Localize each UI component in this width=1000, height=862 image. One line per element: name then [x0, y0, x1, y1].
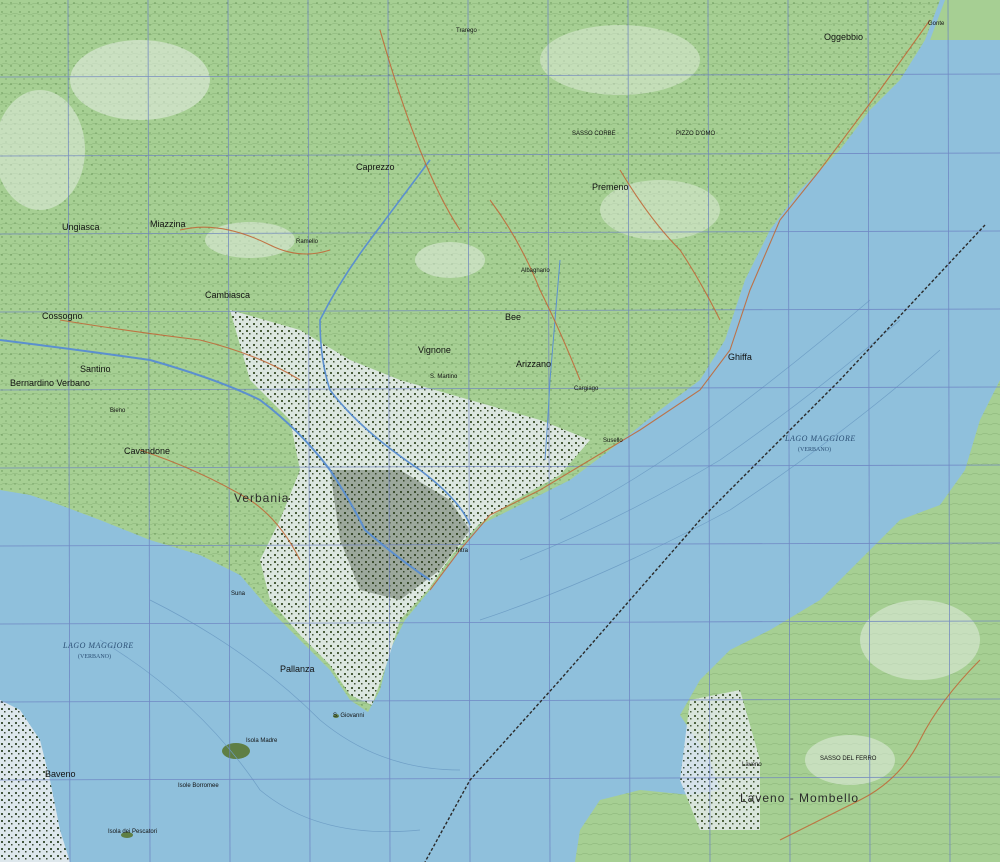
- label-sasso-corbe: SASSO CORBE: [572, 131, 616, 137]
- label-pallanza: Pallanza: [280, 664, 315, 674]
- label-intra: Intra: [456, 548, 469, 554]
- label-isola-pescatori: Isola dei Pescatori: [108, 829, 157, 835]
- label-ramello: Ramello: [296, 239, 319, 245]
- label-isola-madre: Isola Madre: [246, 738, 278, 744]
- label-gonte: Gonte: [928, 21, 945, 27]
- label-albagnano: Albagnano: [521, 268, 550, 274]
- label-verbano-east: (VERBANO): [798, 446, 831, 453]
- label-santino: Santino: [80, 364, 111, 374]
- label-verbania: Verbania: [234, 491, 289, 505]
- label-trarego: Trarego: [456, 28, 477, 34]
- label-cambiasca: Cambiasca: [205, 290, 250, 300]
- label-miazzina: Miazzina: [150, 219, 186, 229]
- label-s-giovanni: S. Giovanni: [333, 713, 364, 719]
- label-lago-maggiore-east: LAGO MAGGIORE: [784, 434, 856, 443]
- label-susello: Susello: [603, 438, 623, 444]
- label-pizzo-d-omo: PIZZO D'OMO: [676, 131, 715, 137]
- label-suna: Suna: [231, 591, 246, 597]
- label-cargiago: Cargiago: [574, 386, 599, 392]
- label-vignone: Vignone: [418, 345, 451, 355]
- label-bee: Bee: [505, 312, 521, 322]
- label-s-martino: S. Martino: [430, 374, 458, 380]
- label-oggebbio: Oggebbio: [824, 32, 863, 42]
- label-premeno: Premeno: [592, 182, 629, 192]
- label-verbano-west: (VERBANO): [78, 653, 111, 660]
- label-cossogno: Cossogno: [42, 311, 83, 321]
- label-caprezzo: Caprezzo: [356, 162, 395, 172]
- label-arizzano: Arizzano: [516, 359, 551, 369]
- label-lago-maggiore-west: LAGO MAGGIORE: [62, 641, 134, 650]
- label-cavandone: Cavandone: [124, 446, 170, 456]
- label-isole-borromee: Isole Borromee: [178, 783, 219, 789]
- label-sasso-del-ferro: SASSO DEL FERRO: [820, 756, 877, 762]
- label-ungiasca: Ungiasca: [62, 222, 100, 232]
- label-laveno-mombello: Laveno - Mombello: [740, 791, 859, 805]
- label-ghiffa: Ghiffa: [728, 352, 752, 362]
- label-baveno: Baveno: [45, 769, 76, 779]
- label-laveno: Laveno: [742, 762, 762, 768]
- label-bieno: Bieno: [110, 408, 126, 414]
- label-bernardino-verbano: Bernardino Verbano: [10, 378, 90, 388]
- topographic-map: LAGO MAGGIORE (VERBANO) LAGO MAGGIORE (V…: [0, 0, 1000, 862]
